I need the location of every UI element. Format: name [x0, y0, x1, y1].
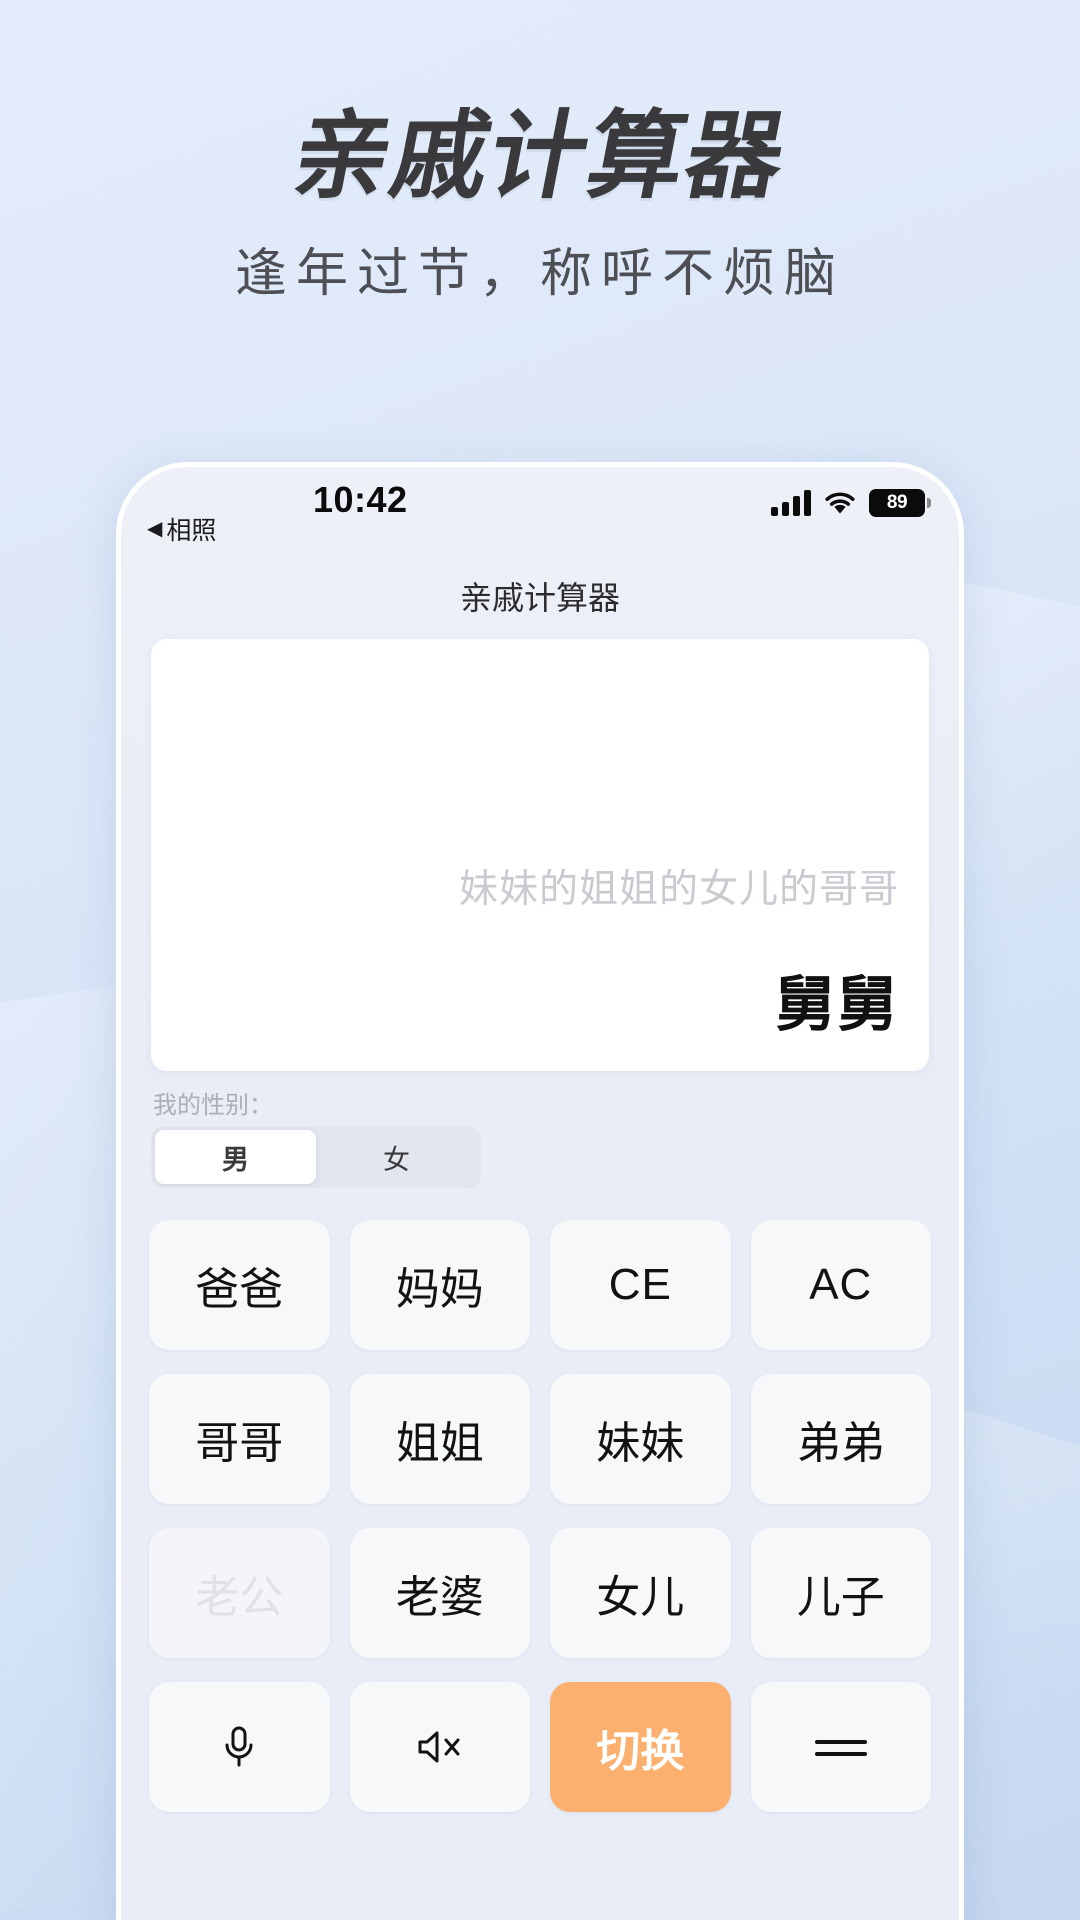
gender-option-female[interactable]: 女	[316, 1130, 477, 1184]
key-label: 老公	[195, 1573, 284, 1622]
phone-mockup: ◀ 相照 10:42 89 亲戚计算器 妹妹的姐姐的女儿的哥哥 舅舅 我的性别：…	[116, 462, 964, 1920]
back-caret-icon: ◀	[147, 518, 163, 540]
calculator-display: 妹妹的姐姐的女儿的哥哥 舅舅	[151, 639, 929, 1071]
key-label: 妹妹	[596, 1419, 685, 1468]
key-哥哥[interactable]: 哥哥	[149, 1374, 330, 1504]
key-老公: 老公	[149, 1528, 330, 1658]
key-儿子[interactable]: 儿子	[750, 1528, 931, 1658]
expression-text: 妹妹的姐姐的女儿的哥哥	[458, 868, 899, 911]
key-label: 老婆	[395, 1573, 484, 1622]
gender-segmented-control[interactable]: 男 女	[151, 1126, 481, 1188]
key-label: 切换	[596, 1727, 685, 1776]
key-老婆[interactable]: 老婆	[349, 1528, 530, 1658]
key-妹妹[interactable]: 妹妹	[550, 1374, 731, 1504]
battery-level-text: 89	[886, 492, 908, 513]
key-女儿[interactable]: 女儿	[550, 1528, 731, 1658]
battery-icon: 89	[869, 489, 931, 517]
key-label: 姐姐	[395, 1419, 484, 1468]
key-弟弟[interactable]: 弟弟	[750, 1374, 931, 1504]
wifi-icon	[824, 490, 856, 516]
status-bar-back-link[interactable]: ◀ 相照	[147, 511, 216, 547]
gender-label: 我的性别：	[153, 1092, 273, 1119]
key-label: AC	[809, 1260, 873, 1309]
equals-icon[interactable]	[750, 1682, 931, 1812]
result-text: 舅舅	[775, 971, 899, 1038]
app-title: 亲戚计算器	[459, 580, 620, 616]
key-label: 哥哥	[195, 1419, 284, 1468]
promo-header: 亲戚计算器 逢年过节，称呼不烦脑	[0, 0, 1080, 303]
key-label: 爸爸	[195, 1265, 284, 1314]
key-label: 女儿	[596, 1573, 685, 1622]
status-bar: ◀ 相照 10:42 89	[121, 467, 959, 563]
microphone-icon[interactable]	[149, 1682, 330, 1812]
gender-option-male[interactable]: 男	[155, 1130, 316, 1184]
key-label: 儿子	[796, 1573, 885, 1622]
key-CE[interactable]: CE	[550, 1220, 731, 1350]
key-切换[interactable]: 切换	[550, 1682, 731, 1812]
status-bar-indicators: 89	[771, 489, 931, 517]
key-label: 弟弟	[796, 1419, 885, 1468]
key-妈妈[interactable]: 妈妈	[349, 1220, 530, 1350]
promo-subtitle: 逢年过节，称呼不烦脑	[234, 244, 845, 304]
back-app-label: 相照	[166, 517, 217, 545]
key-AC[interactable]: AC	[750, 1220, 931, 1350]
key-爸爸[interactable]: 爸爸	[149, 1220, 330, 1350]
status-bar-clock: 10:42	[313, 479, 408, 520]
phone-screen: ◀ 相照 10:42 89 亲戚计算器 妹妹的姐姐的女儿的哥哥 舅舅 我的性别：…	[121, 467, 959, 1920]
key-姐姐[interactable]: 姐姐	[349, 1374, 530, 1504]
speaker-mute-icon[interactable]	[349, 1682, 530, 1812]
cellular-signal-icon	[771, 490, 811, 516]
promo-title: 亲戚计算器	[284, 100, 796, 212]
keypad: 爸爸 妈妈 CE AC 哥哥 姐姐 妹妹 弟弟老公 老婆 女儿 儿子切换	[149, 1220, 931, 1812]
key-label: CE	[608, 1260, 672, 1309]
key-label: 妈妈	[395, 1265, 484, 1314]
